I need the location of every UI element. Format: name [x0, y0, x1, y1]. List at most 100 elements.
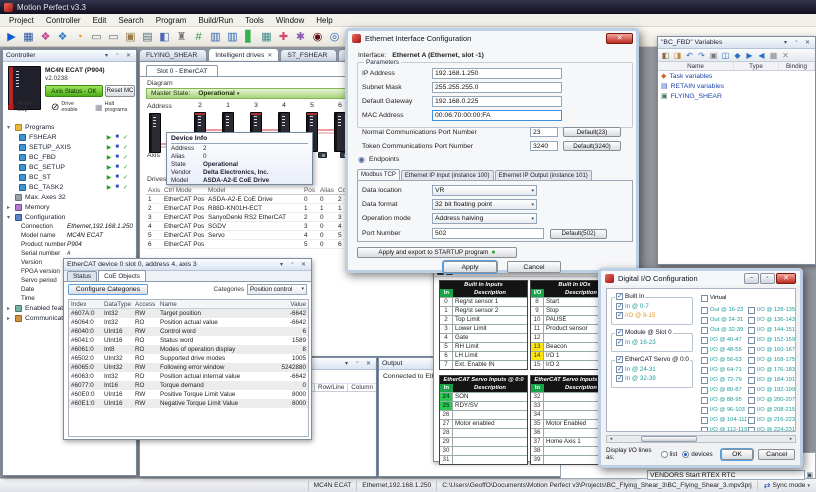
io-row[interactable]: 31 — [440, 455, 527, 464]
run-icon[interactable]: ▶ — [107, 154, 112, 161]
io-number[interactable]: 2 — [440, 316, 453, 324]
variables-toolbar-icon[interactable]: ◫ — [720, 51, 731, 60]
port-default-button[interactable]: Default(3240) — [563, 141, 621, 151]
toolbar-icon[interactable]: ▥ — [208, 29, 223, 44]
tree-item-memory[interactable]: ▸ Memory — [7, 202, 134, 212]
tree-item-max-axes[interactable]: Max. Axes 32 — [7, 192, 134, 202]
io-range-option[interactable]: I/O @ 152-159 — [748, 335, 796, 345]
io-number[interactable]: 33 — [531, 402, 544, 410]
cancel-button[interactable]: Cancel — [758, 449, 795, 460]
coe-object-row[interactable]: #6063:0 Int32 RO Position actual interna… — [69, 372, 308, 381]
io-row[interactable]: 6 LH Limit — [440, 351, 527, 360]
io-number[interactable]: 38 — [531, 447, 544, 455]
toolbar-icon[interactable]: ▦ — [21, 29, 36, 44]
io-number[interactable]: 37 — [531, 438, 544, 446]
coe-object-row[interactable]: #6502:0 UInt32 RO Supported drive modes … — [69, 354, 308, 363]
toolbar-icon[interactable]: ❖ — [38, 29, 53, 44]
toolbar-icon[interactable]: ▦ — [259, 29, 274, 44]
panel-menu-icon[interactable]: ▾ — [781, 39, 790, 46]
io-range-option[interactable]: In @ 24-31 — [612, 365, 692, 374]
field-input[interactable]: 00:06:70:00:00:FA — [432, 110, 562, 121]
io-number[interactable]: 8 — [531, 298, 544, 306]
list-radio[interactable]: list — [661, 451, 678, 458]
axis-camera-icon[interactable] — [318, 152, 327, 158]
toolbar-icon[interactable]: ▶ — [4, 29, 19, 44]
terminal-input[interactable]: VENDORS Start RTEX RTC — [647, 470, 805, 480]
run-icon[interactable]: ▶ — [107, 164, 112, 171]
menu-item[interactable]: Search — [112, 16, 149, 25]
stop-icon[interactable]: ■ — [115, 184, 119, 191]
io-row[interactable]: 1 Reg/st sensor 2 — [440, 306, 527, 315]
variables-toolbar-icon[interactable]: ✕ — [780, 51, 791, 60]
drive-image[interactable] — [149, 113, 161, 153]
port-default-button[interactable]: Default(502) — [550, 229, 607, 239]
collapse-icon[interactable]: ▾ — [7, 214, 15, 221]
io-number[interactable]: 4 — [440, 334, 453, 342]
toolbar-icon[interactable]: ◉ — [310, 29, 325, 44]
io-number[interactable]: 30 — [440, 447, 453, 455]
io-number[interactable]: 13 — [531, 343, 544, 351]
toolbar-icon[interactable]: ▋ — [242, 29, 257, 44]
io-range-option[interactable]: I/O @ 40-47 — [701, 335, 747, 345]
toolbar-icon[interactable]: # — [191, 29, 206, 44]
toolbar-icon[interactable]: ▭ — [106, 29, 121, 44]
virtual-option[interactable]: Virtual — [701, 293, 726, 303]
coe-object-row[interactable]: #6065:0 UInt32 RW Following error window… — [69, 363, 308, 372]
panel-close-icon[interactable]: ✕ — [803, 39, 812, 46]
field-input[interactable]: 192.168.1.250 — [432, 68, 562, 79]
tree-item-program[interactable]: BC_SETUP ▶ ■ ✓ — [7, 162, 134, 172]
io-number[interactable]: 36 — [531, 429, 544, 437]
io-range-option[interactable]: I/O @ 136-143 — [748, 315, 796, 325]
drive-enable-button[interactable]: ⊘ Driveenable — [51, 102, 78, 114]
coe-object-row[interactable]: #6077:0 Int16 RO Torque demand 0 — [69, 381, 308, 390]
panel-menu-icon[interactable]: ▾ — [342, 360, 351, 367]
menu-item[interactable]: Edit — [87, 16, 113, 25]
io-range-option[interactable]: I/O @ 208-215 — [748, 405, 796, 415]
toolbar-icon[interactable]: ▤ — [140, 29, 155, 44]
tree-item-program[interactable]: BC_ST ▶ ■ ✓ — [7, 172, 134, 182]
variables-row[interactable]: ▣ FLYING_SHEAR — [658, 91, 815, 101]
endpoint-tab[interactable]: Ethernet IP Output (instance 101) — [495, 170, 592, 180]
variables-toolbar-icon[interactable]: ▣ — [708, 51, 719, 60]
io-row[interactable]: 5 RH Limit — [440, 342, 527, 351]
io-number[interactable]: 27 — [440, 420, 453, 428]
io-row[interactable]: 7 Ext. Enable IN — [440, 360, 527, 369]
io-range-option[interactable]: I/O @ 224-231 — [748, 425, 796, 432]
variables-toolbar-icon[interactable]: ◨ — [672, 51, 683, 60]
toolbar-icon[interactable]: ◔ — [72, 29, 87, 44]
io-row[interactable]: 25 RDY/SV — [440, 401, 527, 410]
io-range-option[interactable]: I/O @ 216-223 — [748, 415, 796, 425]
menu-item[interactable]: Tools — [239, 16, 270, 25]
io-row[interactable]: 24 SON — [440, 392, 527, 401]
variables-toolbar-icon[interactable]: ↷ — [696, 51, 707, 60]
menu-item[interactable]: Build/Run — [192, 16, 239, 25]
panel-close-icon[interactable]: ✕ — [364, 360, 373, 367]
scroll-right-icon[interactable]: ▸ — [787, 436, 795, 442]
scrollbar-thumb[interactable] — [641, 436, 697, 442]
expand-icon[interactable]: ▸ — [7, 305, 15, 312]
menu-item[interactable]: Project — [3, 16, 40, 25]
io-range-option[interactable]: I/O @ 128-135 — [748, 305, 796, 315]
io-range-option[interactable]: I/O @ 64-71 — [701, 365, 747, 375]
io-range-option[interactable]: In @ 0-7 — [612, 302, 692, 311]
column-binding[interactable]: Binding — [779, 62, 815, 70]
io-range-option[interactable]: I/O @ 184-191 — [748, 375, 796, 385]
toolbar-icon[interactable]: ❖ — [55, 29, 70, 44]
select-input[interactable]: Address halving ▾ — [432, 213, 537, 224]
io-range-option[interactable]: I/O @ 160-167 — [748, 345, 796, 355]
io-number[interactable]: 35 — [531, 420, 544, 428]
io-number[interactable]: 3 — [440, 325, 453, 333]
toolbar-icon[interactable]: ✚ — [276, 29, 291, 44]
io-row[interactable]: 30 — [440, 446, 527, 455]
io-range-option[interactable]: I/O @ 168-175 — [748, 355, 796, 365]
field-input[interactable]: 255.255.255.0 — [432, 82, 562, 93]
toolbar-icon[interactable]: ◧ — [157, 29, 172, 44]
reset-mc-button[interactable]: Reset MC — [105, 85, 135, 97]
toolbar-icon[interactable]: ▭ — [89, 29, 104, 44]
variables-toolbar-icon[interactable]: ▦ — [768, 51, 779, 60]
stop-icon[interactable]: ■ — [115, 154, 119, 161]
variables-toolbar-icon[interactable]: ◆ — [732, 51, 743, 60]
ok-button[interactable]: OK — [721, 449, 754, 460]
variables-toolbar-icon[interactable]: ◧ — [660, 51, 671, 60]
expand-icon[interactable]: ▸ — [7, 315, 15, 322]
